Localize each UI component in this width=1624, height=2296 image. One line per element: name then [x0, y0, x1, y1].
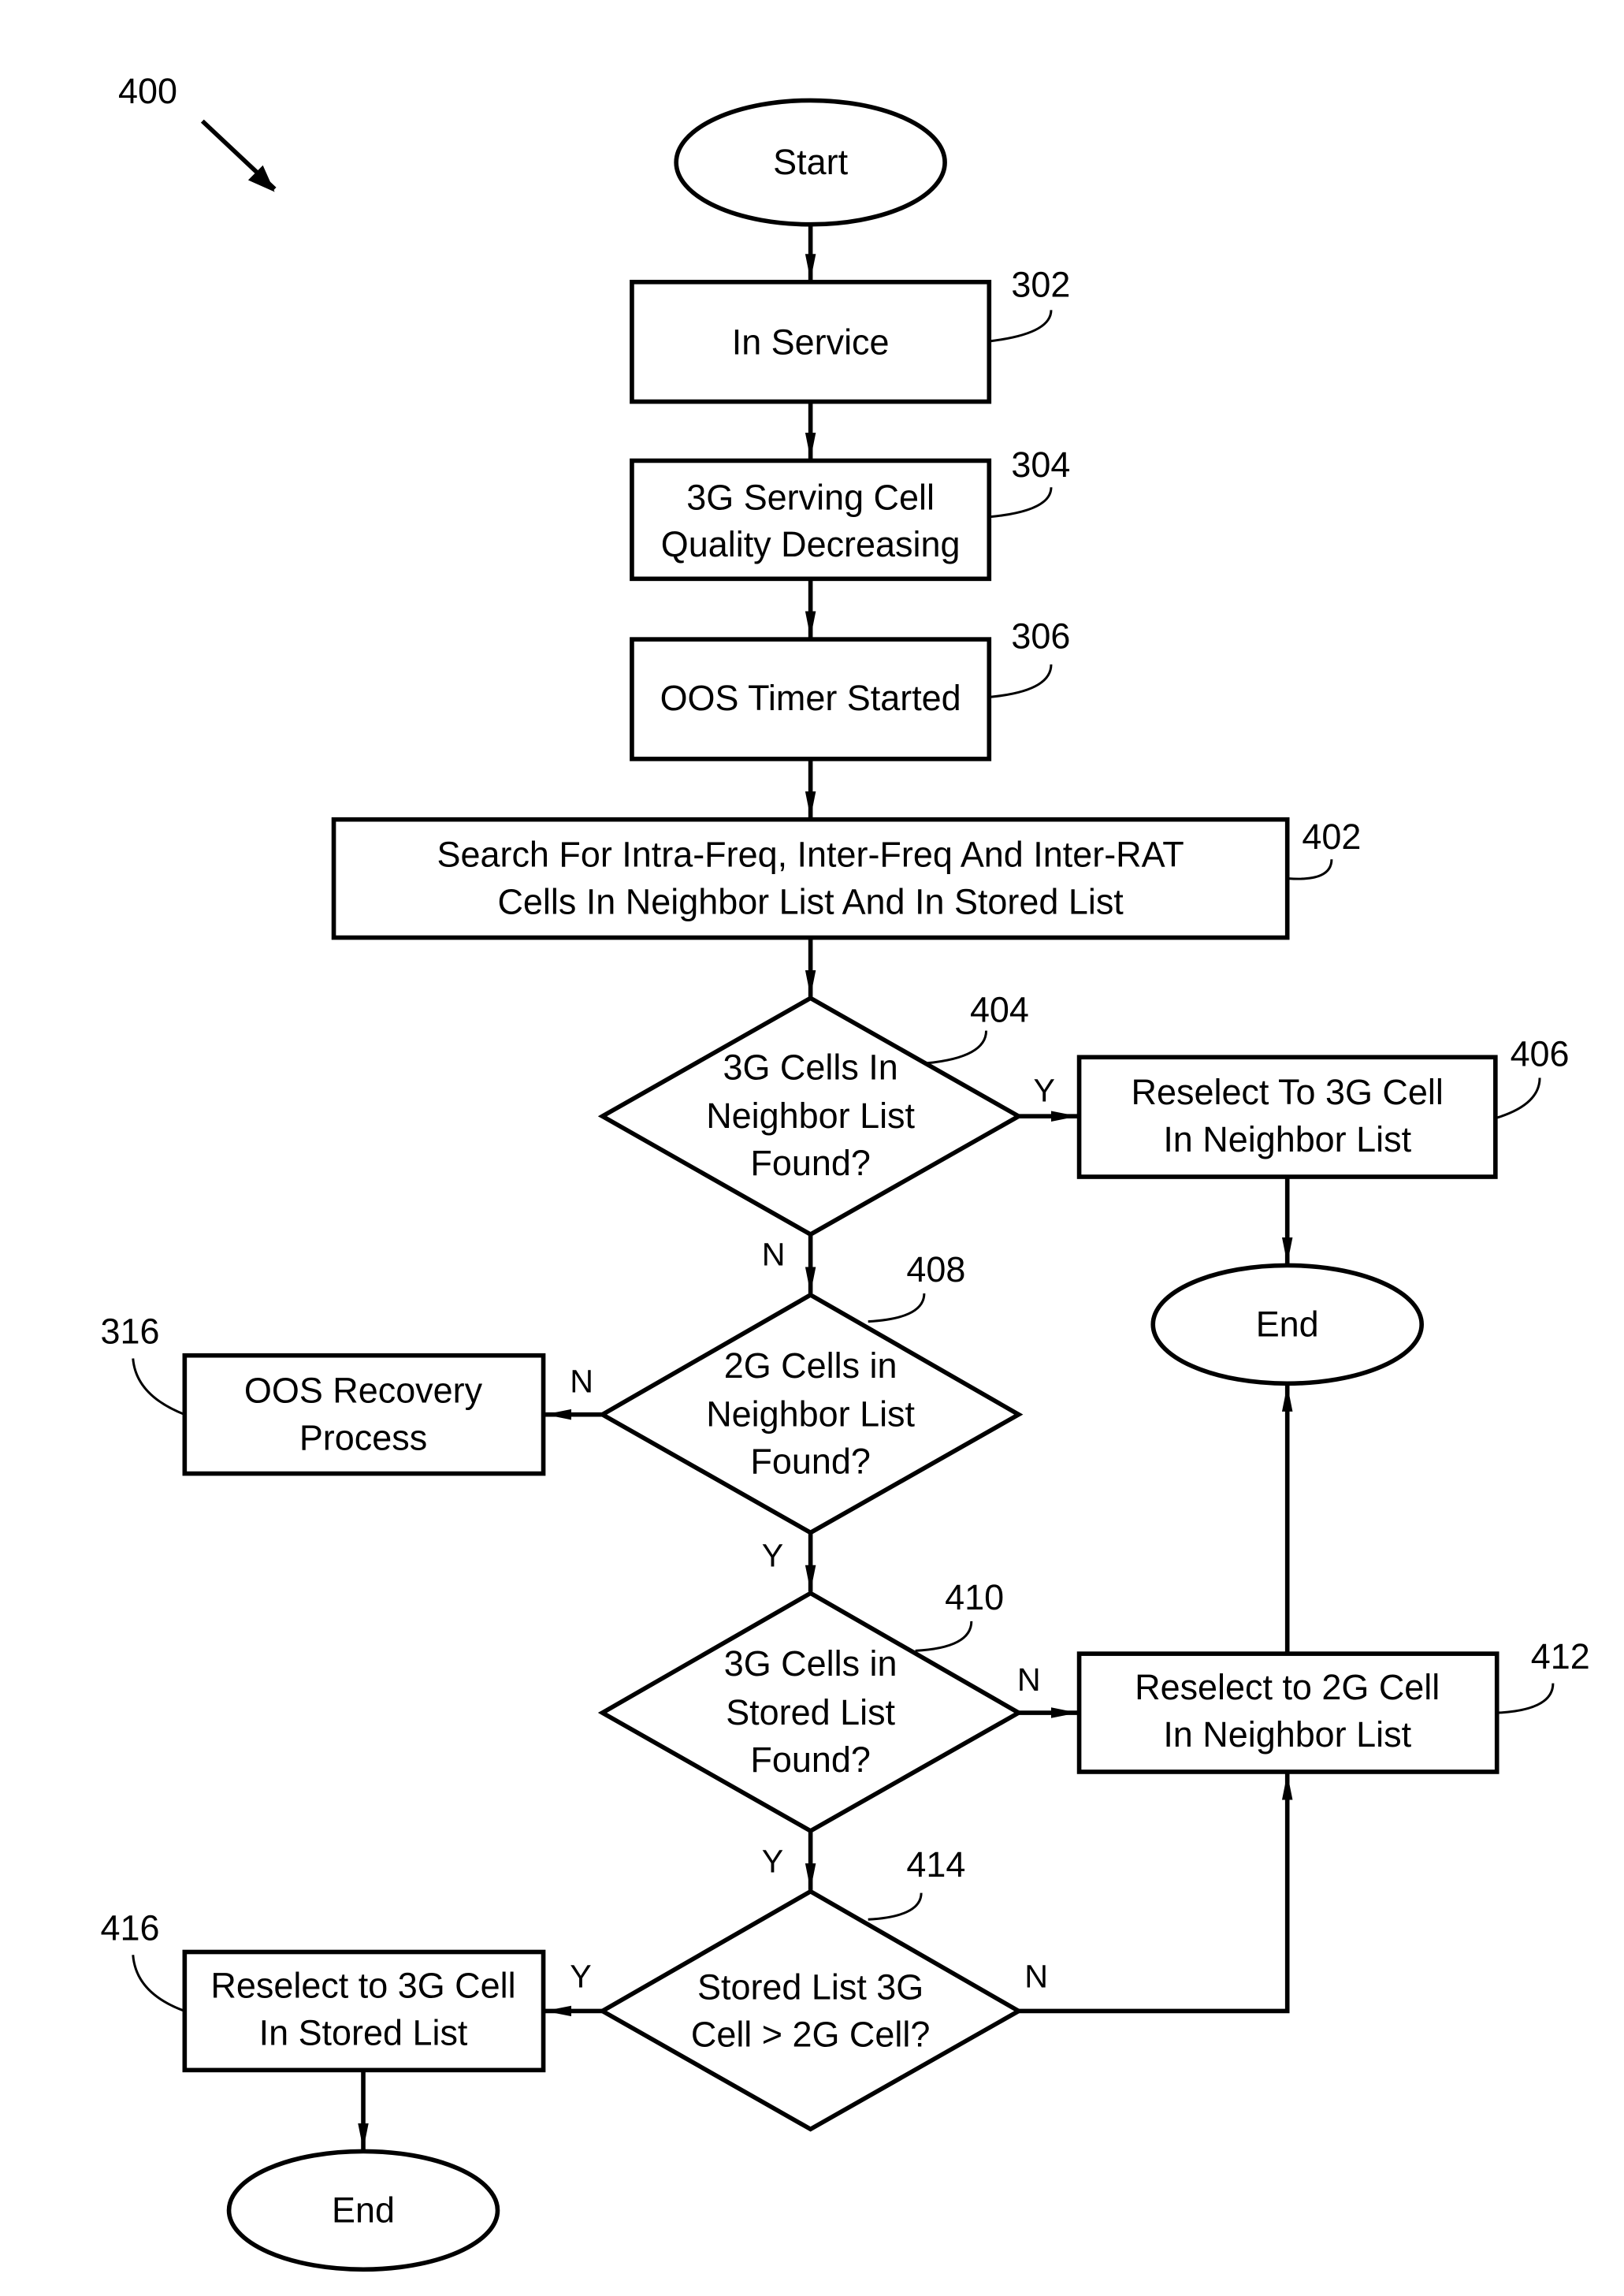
node-416-reselect-3g-stored: Reselect to 3G Cell In Stored List 416 — [101, 1908, 546, 2073]
edge-410-yes-label: Y — [762, 1843, 783, 1879]
node-402-line-2: Cells In Neighbor List And In Stored Lis… — [497, 882, 1124, 922]
node-414-ref: 414 — [906, 1844, 965, 1885]
node-302-in-service: In Service 302 — [630, 265, 1070, 404]
node-414-leader — [868, 1892, 923, 1921]
edge-414-412 — [1018, 1773, 1293, 2014]
node-410-ref: 410 — [945, 1577, 1004, 1617]
node-302-label: In Service — [732, 322, 890, 363]
edge-410-no-label: N — [1017, 1662, 1041, 1698]
node-404-decision: 3G Cells In Neighbor List Found? 404 — [597, 989, 1029, 1237]
node-402-search: Search For Intra-Freq, Inter-Freq And In… — [331, 817, 1361, 940]
node-316-line-1: OOS Recovery — [244, 1371, 483, 1411]
node-408-ref: 408 — [906, 1249, 965, 1289]
node-410-decision: 3G Cells in Stored List Found? 410 — [597, 1577, 1024, 1834]
node-410-line-1: 3G Cells in — [724, 1643, 897, 1684]
end-node-1: End — [1150, 1263, 1424, 1386]
node-408-line-1: 2G Cells in — [724, 1345, 897, 1386]
node-416-line-1: Reselect to 3G Cell — [210, 1966, 515, 2006]
node-306-ref: 306 — [1011, 616, 1070, 656]
node-406-reselect-3g-neighbor: Reselect To 3G Cell In Neighbor List 406 — [1076, 1034, 1570, 1179]
node-412-leader — [1498, 1683, 1555, 1714]
node-302-ref: 302 — [1011, 265, 1070, 305]
node-412-line-1: Reselect to 2G Cell — [1135, 1667, 1440, 1707]
node-410-leader — [915, 1621, 973, 1652]
edge-408-no-label: N — [570, 1364, 593, 1400]
node-408-leader — [868, 1293, 926, 1323]
node-404-line-1: 3G Cells In — [723, 1047, 897, 1087]
figure-ref-label: 400 — [118, 71, 177, 111]
node-416-ref: 416 — [101, 1908, 160, 1948]
node-416-line-2: In Stored List — [259, 2013, 468, 2053]
node-410-line-2: Stored List — [726, 1692, 895, 1732]
start-label: Start — [773, 142, 848, 182]
node-316-leader — [132, 1358, 185, 1416]
flowchart-400: 400 Start In Service 302 3G Serving Cell… — [101, 71, 1590, 2272]
node-316-line-2: Process — [299, 1418, 427, 1458]
node-406-leader — [1496, 1077, 1541, 1119]
node-412-line-2: In Neighbor List — [1163, 1714, 1411, 1755]
node-302-leader — [990, 310, 1053, 343]
node-304-line-1: 3G Serving Cell — [686, 477, 935, 517]
node-306-leader — [990, 664, 1053, 698]
node-404-leader — [927, 1030, 988, 1065]
node-406-line-1: Reselect To 3G Cell — [1132, 1072, 1444, 1112]
node-404-ref: 404 — [970, 989, 1029, 1029]
node-412-reselect-2g-neighbor: Reselect to 2G Cell In Neighbor List 412 — [1076, 1636, 1590, 1774]
node-402-line-1: Search For Intra-Freq, Inter-Freq And In… — [437, 835, 1184, 875]
edge-414-yes-label: Y — [570, 1958, 591, 1994]
start-node: Start — [674, 98, 947, 227]
edge-414-no-label: N — [1024, 1958, 1048, 1994]
node-304-leader — [990, 487, 1053, 519]
node-316-oos-recovery: OOS Recovery Process 316 — [101, 1312, 546, 1476]
edge-404-yes-label: Y — [1033, 1072, 1054, 1108]
node-406-line-2: In Neighbor List — [1163, 1119, 1411, 1159]
node-304-quality-decreasing: 3G Serving Cell Quality Decreasing 304 — [630, 445, 1070, 582]
edge-404-no-label: N — [762, 1236, 786, 1272]
node-414-line-2: Cell > 2G Cell? — [691, 2014, 930, 2054]
node-316-ref: 316 — [101, 1312, 160, 1352]
end-2-label: End — [332, 2190, 395, 2230]
node-304-line-2: Quality Decreasing — [661, 524, 961, 564]
node-408-line-3: Found? — [750, 1442, 870, 1482]
node-306-label: OOS Timer Started — [660, 678, 961, 718]
node-404-line-3: Found? — [750, 1143, 870, 1183]
node-412-ref: 412 — [1531, 1636, 1590, 1676]
node-416-leader — [132, 1955, 185, 2012]
node-414-line-1: Stored List 3G — [697, 1967, 923, 2007]
node-304-ref: 304 — [1011, 445, 1070, 485]
node-404-line-2: Neighbor List — [706, 1096, 915, 1136]
node-402-ref: 402 — [1302, 817, 1361, 857]
node-406-ref: 406 — [1511, 1034, 1570, 1074]
node-408-line-2: Neighbor List — [706, 1394, 915, 1435]
end-1-label: End — [1256, 1304, 1319, 1344]
node-410-line-3: Found? — [750, 1740, 870, 1780]
end-node-2: End — [226, 2149, 500, 2272]
edge-408-yes-label: Y — [762, 1538, 783, 1574]
node-402-leader — [1288, 859, 1333, 880]
node-306-oos-timer: OOS Timer Started 306 — [630, 616, 1070, 761]
